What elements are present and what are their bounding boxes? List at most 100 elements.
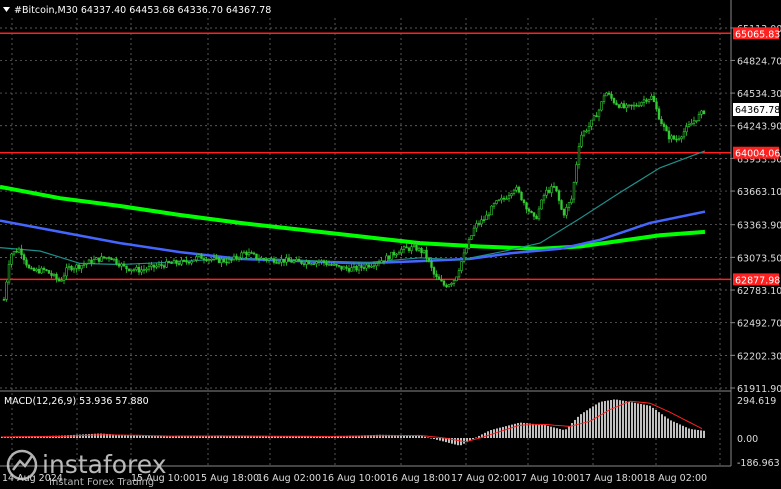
price-tick-label: 61911.90 xyxy=(737,384,781,395)
candle-body xyxy=(557,190,561,201)
candle-body xyxy=(595,115,598,118)
candle-body xyxy=(17,248,21,253)
candle-body xyxy=(140,269,143,273)
candle-body xyxy=(240,252,243,259)
candle-body xyxy=(655,101,658,110)
candle-body xyxy=(387,255,391,260)
candle-body xyxy=(45,269,48,271)
macd-bar xyxy=(94,433,96,438)
candle-body xyxy=(100,256,103,262)
macd-bar xyxy=(694,429,696,438)
candle-body xyxy=(622,103,626,109)
current-price-tag: 64367.78 xyxy=(733,103,780,116)
candle-body xyxy=(112,258,116,261)
candle-body xyxy=(702,110,706,115)
candle-body xyxy=(337,265,341,267)
time-tick-label: 17 Aug 18:00 xyxy=(579,473,643,484)
price-tick-label: 64824.70 xyxy=(737,56,781,67)
candle-body xyxy=(392,251,396,256)
candle-body xyxy=(280,258,283,263)
candle-body xyxy=(247,252,251,256)
candle-body xyxy=(360,265,363,268)
candle-body xyxy=(567,202,571,208)
macd-tick-label: -186.963 xyxy=(737,458,780,469)
candle-body xyxy=(147,266,151,270)
candle-body xyxy=(657,108,661,120)
candle-body xyxy=(410,246,413,251)
macd-bar xyxy=(598,402,600,438)
candle-body xyxy=(462,252,466,262)
candle-body xyxy=(40,267,43,274)
candle-body xyxy=(300,260,303,264)
macd-bar xyxy=(436,438,438,440)
macd-bar xyxy=(682,425,684,438)
candle-body xyxy=(340,265,343,270)
macd-bar xyxy=(430,438,432,439)
candle-body xyxy=(357,265,361,271)
time-tick-label: 18 Aug 02:00 xyxy=(643,473,707,484)
candle-body xyxy=(645,99,648,102)
candle-body xyxy=(232,255,236,261)
macd-bar xyxy=(565,429,567,438)
candle-body xyxy=(262,258,266,260)
candle-body xyxy=(67,266,71,269)
candle-body xyxy=(265,259,268,261)
candle-body xyxy=(192,259,196,262)
candle-body xyxy=(677,138,681,141)
candle-body xyxy=(385,255,388,262)
candle-body xyxy=(150,264,153,267)
candle-body xyxy=(395,253,398,256)
candle-body xyxy=(472,227,476,236)
candle-body xyxy=(480,219,483,225)
candle-body xyxy=(650,95,653,100)
candle-body xyxy=(110,258,113,261)
candle-body xyxy=(525,202,528,210)
candle-body xyxy=(270,258,273,260)
macd-bar xyxy=(670,420,672,438)
macd-bar xyxy=(601,401,603,438)
candle-body xyxy=(27,264,31,269)
candle-body xyxy=(142,269,146,271)
candle-body xyxy=(515,186,518,191)
candle-body xyxy=(585,130,588,133)
candle-body xyxy=(670,135,673,140)
macd-bar xyxy=(637,403,639,438)
candle-body xyxy=(510,193,513,197)
candle-body xyxy=(252,252,256,255)
macd-bar xyxy=(640,404,642,438)
candle-body xyxy=(512,189,516,194)
candle-body xyxy=(37,268,41,274)
macd-bar xyxy=(88,434,90,438)
candle-body xyxy=(302,263,306,265)
candle-body xyxy=(497,199,501,202)
candle-body xyxy=(75,264,78,269)
candle-body xyxy=(310,263,313,265)
candle-body xyxy=(197,254,201,257)
macd-bar xyxy=(607,400,609,438)
candle-body xyxy=(125,265,128,270)
macd-bar xyxy=(547,425,549,438)
macd-bar xyxy=(556,428,558,438)
candle-body xyxy=(157,264,161,267)
candle-body xyxy=(397,252,401,255)
candle-body xyxy=(122,263,126,267)
candle-body xyxy=(652,95,656,103)
candle-body xyxy=(607,92,611,95)
candle-body xyxy=(465,247,468,254)
macd-bar xyxy=(610,399,612,438)
candle-body xyxy=(625,104,628,109)
candle-body xyxy=(660,118,663,125)
macd-bar xyxy=(559,428,561,438)
trading-chart[interactable]: 65113.0064824.7064534.3064243.9063953.50… xyxy=(0,0,781,489)
macd-bar xyxy=(655,410,657,438)
candle-body xyxy=(535,216,538,220)
macd-bar xyxy=(631,402,633,438)
candle-body xyxy=(667,130,671,140)
macd-bar xyxy=(664,416,666,438)
candle-body xyxy=(492,203,496,207)
candle-body xyxy=(545,189,548,196)
candle-body xyxy=(435,273,438,278)
candle-body xyxy=(290,260,293,263)
macd-bar xyxy=(433,438,435,440)
candle-body xyxy=(5,281,8,300)
